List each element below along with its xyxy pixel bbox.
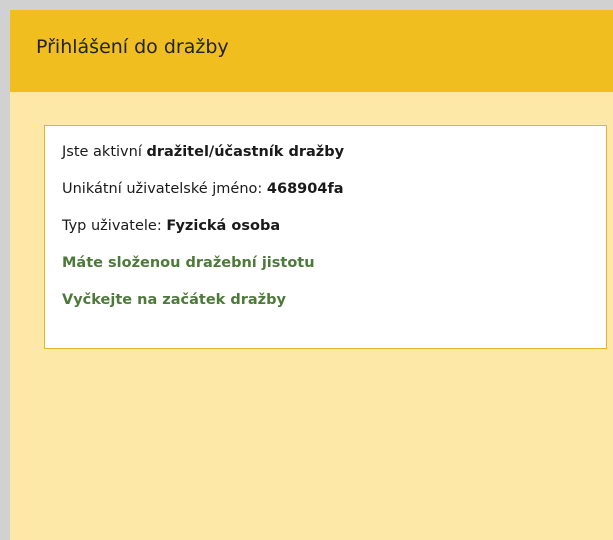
username-label: Unikátní uživatelské jméno: [62, 181, 267, 197]
username-value: 468904fa [266, 181, 344, 197]
username-line: Unikátní uživatelské jméno: 468904fa [62, 181, 590, 198]
panel-title: Přihlášení do dražby [36, 36, 229, 58]
active-role-value: dražitel/účastník dražby [146, 144, 345, 160]
panel-header: Přihlášení do dražby [10, 10, 613, 92]
wait-message: Vyčkejte na začátek dražby [62, 292, 286, 308]
active-status-line: Jste aktivní dražitel/účastník dražby [62, 144, 590, 161]
user-type-label: Typ uživatele: [62, 218, 167, 234]
auction-login-panel: Přihlášení do dražby Jste aktivní dražit… [0, 0, 613, 540]
user-type-value: Fyzická osoba [166, 218, 281, 234]
active-status-label: Jste aktivní [62, 144, 147, 160]
deposit-message: Máte složenou dražební jistotu [62, 255, 315, 271]
status-box: Jste aktivní dražitel/účastník dražby Un… [44, 125, 607, 349]
user-type-line: Typ uživatele: Fyzická osoba [62, 218, 590, 235]
